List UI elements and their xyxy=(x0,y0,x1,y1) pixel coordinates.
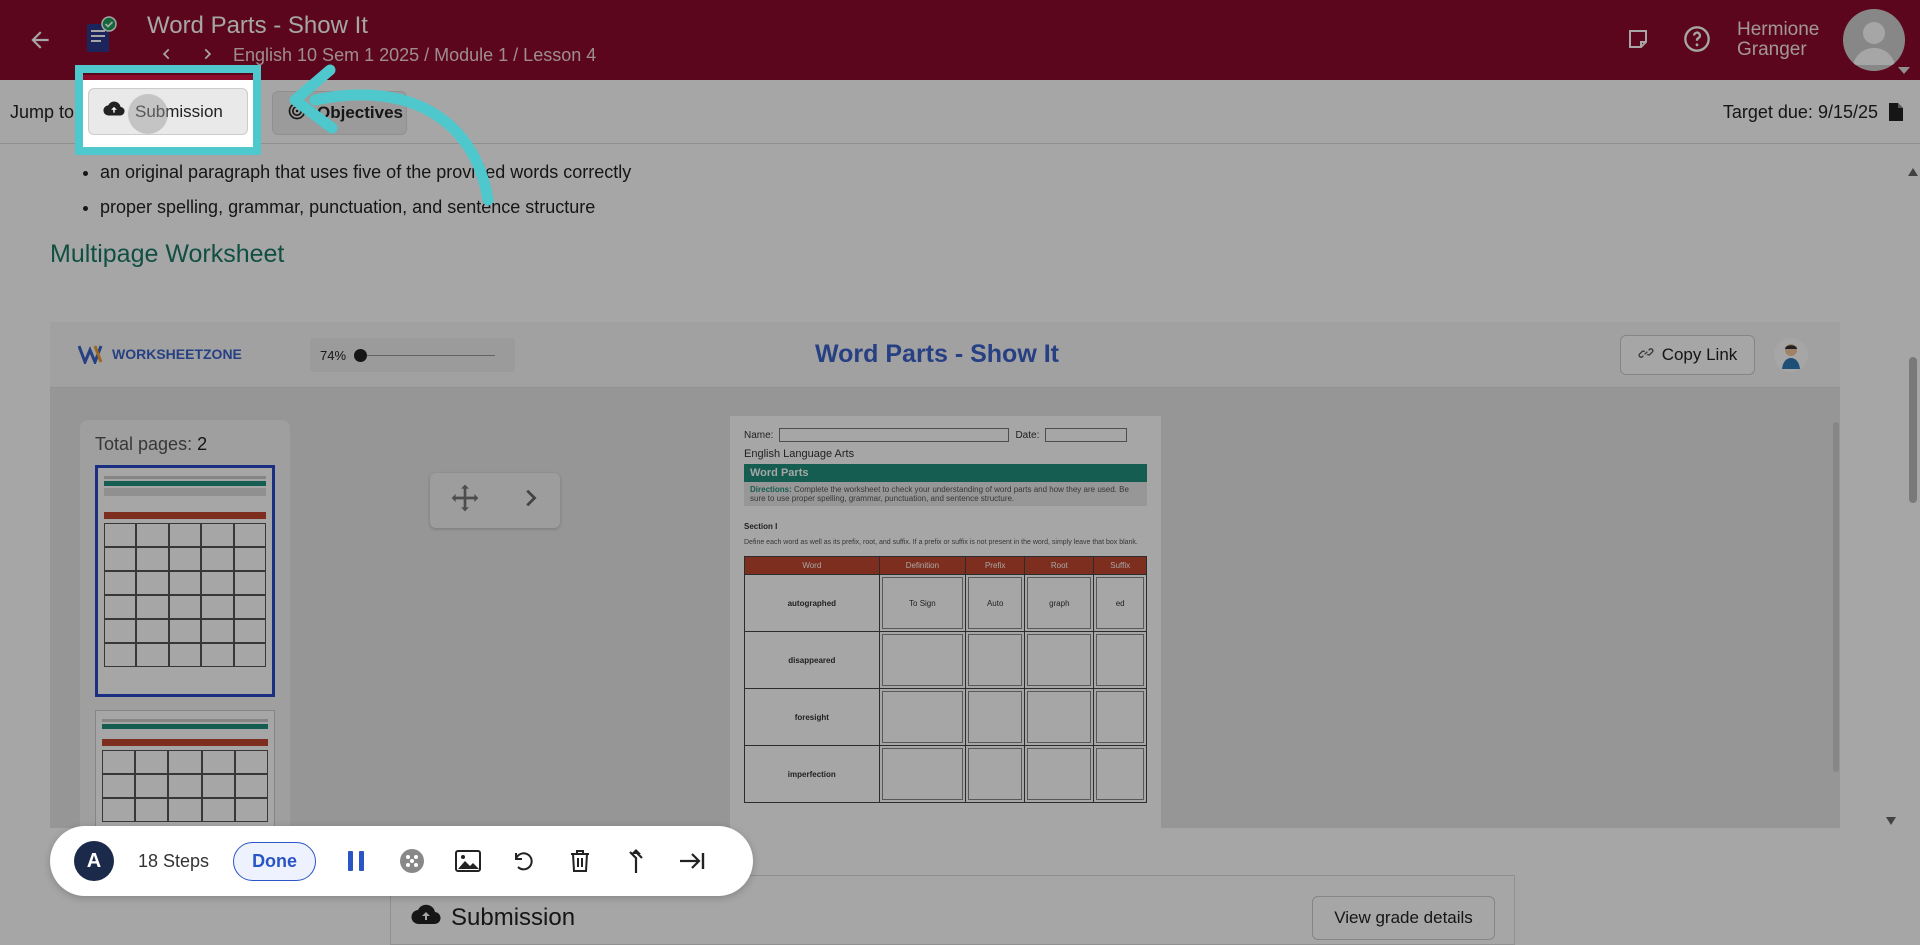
skip-to-end-icon[interactable] xyxy=(676,845,708,877)
cloud-upload-icon xyxy=(103,101,125,122)
steps-count: 18 Steps xyxy=(138,850,210,871)
recorder-logo-icon[interactable]: A xyxy=(74,841,114,881)
cloud-upload-icon xyxy=(411,904,441,931)
section-title: Multipage Worksheet xyxy=(50,240,285,268)
worksheetzone-logo: WORKSHEETZONE xyxy=(78,344,242,364)
worksheet-header: WORKSHEETZONE 74% Word Parts - Show It C… xyxy=(50,322,1840,388)
zoom-level: 74% xyxy=(320,347,347,363)
view-grade-details-button[interactable]: View grade details xyxy=(1312,896,1495,940)
branch-icon[interactable] xyxy=(620,845,652,877)
name-field[interactable] xyxy=(779,428,1010,442)
next-chevron-icon[interactable] xyxy=(196,43,218,65)
requirements-list: an original paragraph that uses five of … xyxy=(100,155,631,225)
lesson-content: an original paragraph that uses five of … xyxy=(0,145,1900,945)
zoom-slider-handle[interactable] xyxy=(354,349,367,362)
header-edge xyxy=(82,75,254,80)
user-name: Hermione Granger xyxy=(1737,19,1820,60)
pan-tool-group xyxy=(430,473,560,528)
copy-link-button[interactable]: Copy Link xyxy=(1620,335,1755,375)
objectives-chip[interactable]: Objectives xyxy=(272,91,407,135)
notes-icon[interactable] xyxy=(1621,22,1655,56)
worksheet-scrollbar[interactable] xyxy=(1833,422,1839,772)
total-pages: Total pages: 2 xyxy=(95,434,208,454)
worksheet-embed: WORKSHEETZONE 74% Word Parts - Show It C… xyxy=(50,322,1840,828)
submission-chip[interactable]: Submission xyxy=(88,88,248,135)
image-icon[interactable] xyxy=(452,845,484,877)
breadcrumb[interactable]: English 10 Sem 1 2025 / Module 1 / Lesso… xyxy=(233,45,596,66)
page-title: Word Parts - Show It xyxy=(147,12,368,39)
submission-title: Submission xyxy=(451,904,576,931)
course-book-icon xyxy=(84,16,118,56)
recorder-toolbar: A 18 Steps Done xyxy=(50,826,753,896)
jump-bar: Jump to Objectives Target due: 9/15/25 xyxy=(0,80,1920,144)
worksheet-title: Word Parts - Show It xyxy=(815,340,1059,368)
trash-icon[interactable] xyxy=(564,845,596,877)
blur-icon[interactable] xyxy=(396,845,428,877)
zoom-track[interactable] xyxy=(360,355,495,356)
zoom-control[interactable]: 74% xyxy=(310,338,515,372)
back-arrow-icon[interactable] xyxy=(22,22,58,58)
page-thumbnail-2[interactable] xyxy=(95,710,275,828)
page-scrollbar[interactable] xyxy=(1886,145,1920,945)
page-thumbnails-panel: Total pages: 2 xyxy=(80,420,290,828)
page-thumbnail-1[interactable] xyxy=(95,465,275,697)
table-row: imperfection xyxy=(744,745,1147,803)
top-header: Word Parts - Show It English 10 Sem 1 20… xyxy=(0,0,1920,80)
worksheet-page: Name: Date: English Language Arts Word P… xyxy=(730,416,1161,828)
date-field[interactable] xyxy=(1045,428,1128,442)
link-icon xyxy=(1638,345,1654,366)
table-row: disappeared xyxy=(744,631,1147,689)
avatar-dropdown-icon[interactable] xyxy=(1898,62,1910,80)
list-item: an original paragraph that uses five of … xyxy=(100,155,631,190)
scroll-up-icon[interactable] xyxy=(1908,168,1918,176)
student-avatar-icon[interactable] xyxy=(1774,338,1808,372)
target-due: Target due: 9/15/25 xyxy=(1722,102,1878,122)
document-icon[interactable] xyxy=(1888,103,1904,126)
list-item: proper spelling, grammar, punctuation, a… xyxy=(100,190,631,225)
help-icon[interactable] xyxy=(1680,22,1714,56)
pause-icon[interactable] xyxy=(340,845,372,877)
scroll-down-icon[interactable] xyxy=(1886,817,1896,825)
table-row: foresight xyxy=(744,688,1147,746)
word-parts-table: Word Definition Prefix Root Suffix autog… xyxy=(744,556,1147,803)
next-page-icon[interactable] xyxy=(519,487,541,514)
move-icon[interactable] xyxy=(449,482,481,519)
table-row: autographed To Sign Auto graph ed xyxy=(744,574,1147,632)
target-icon xyxy=(287,101,307,126)
done-button[interactable]: Done xyxy=(233,841,317,881)
avatar[interactable] xyxy=(1843,9,1905,71)
scrollbar-thumb[interactable] xyxy=(1909,357,1917,503)
undo-icon[interactable] xyxy=(508,845,540,877)
prev-chevron-icon[interactable] xyxy=(156,43,178,65)
jump-to-label: Jump to xyxy=(10,102,75,122)
